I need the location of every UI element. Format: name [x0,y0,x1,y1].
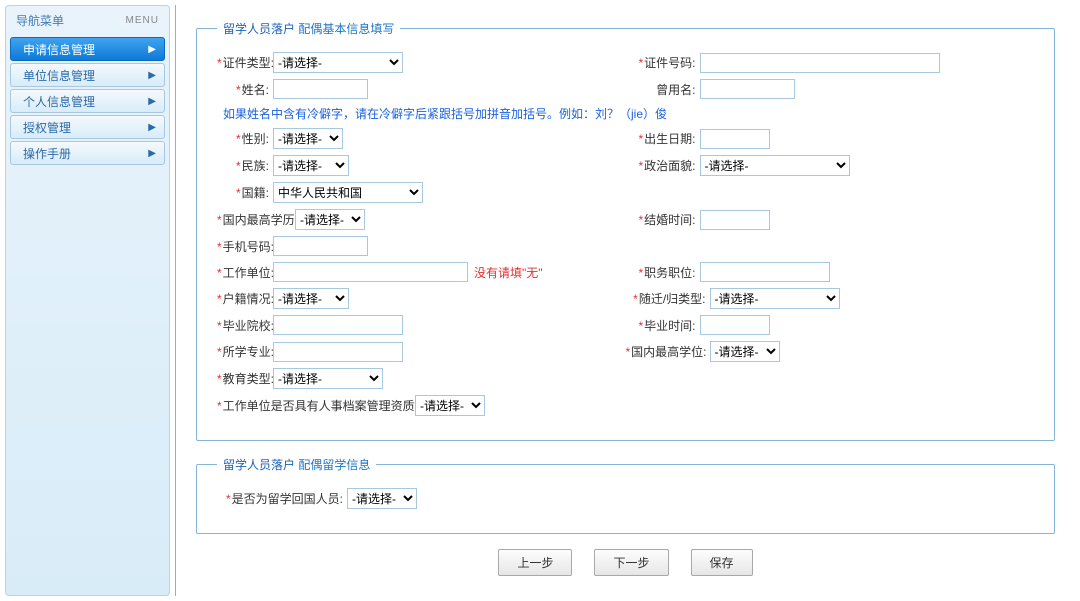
input-doc-no[interactable] [700,53,940,73]
input-school[interactable] [273,315,403,335]
label-position: *职务职位: [626,264,700,281]
input-name[interactable] [273,79,368,99]
input-major[interactable] [273,342,403,362]
label-edu-type: *教育类型: [217,370,273,387]
label-edu-cn: *国内最高学历: [217,211,295,228]
label-grad-time: *毕业时间: [626,317,700,334]
legend-part-a: 留学人员落户 [223,22,295,36]
label-ethnic: *民族: [217,157,273,174]
select-nation[interactable]: 中华人民共和国 [273,182,423,203]
label-mobile: *手机号码: [217,238,273,255]
label-major: *所学专业: [217,343,273,360]
label-hukou: *户籍情况: [217,290,273,307]
button-row: 上一步 下一步 保存 [196,549,1055,576]
sidebar-item-label: 申请信息管理 [23,41,95,58]
sidebar-item-label: 个人信息管理 [23,93,95,110]
sidebar-item-manual[interactable]: 操作手册 ▶ [10,141,165,165]
sidebar-item-label: 操作手册 [23,145,71,162]
select-doc-type[interactable]: -请选择- [273,52,403,73]
input-position[interactable] [700,262,830,282]
company-hint: 没有请填"无" [474,264,543,281]
select-edu-type[interactable]: -请选择- [273,368,383,389]
label-is-overseas: *是否为留学回国人员: [217,490,347,507]
input-former-name[interactable] [700,79,795,99]
section-spouse-basic: 留学人员落户 配偶基本信息填写 *证件类型: -请选择- *证件号码: *姓名: [196,20,1055,441]
section-legend-2: 留学人员落户 配偶留学信息 [217,456,376,473]
select-edu-cn[interactable]: -请选择- [295,209,365,230]
label-company: *工作单位: [217,264,273,281]
label-school: *毕业院校: [217,317,273,334]
select-migrate[interactable]: -请选择- [710,288,840,309]
sidebar-item-label: 授权管理 [23,119,71,136]
select-is-overseas[interactable]: -请选择- [347,488,417,509]
sidebar-item-label: 单位信息管理 [23,67,95,84]
sidebar-item-apply[interactable]: 申请信息管理 ▶ [10,37,165,61]
label-degree-cn: *国内最高学位: [626,343,710,360]
chevron-right-icon: ▶ [148,44,156,55]
input-company[interactable] [273,262,468,282]
sidebar-title: 导航菜单 [16,12,64,29]
label-gender: *性别: [217,130,273,147]
label-migrate: *随迁/归类型: [626,290,710,307]
label-doc-no: *证件号码: [626,54,700,71]
sidebar: 导航菜单 MENU 申请信息管理 ▶ 单位信息管理 ▶ 个人信息管理 ▶ 授权管… [5,5,170,596]
sidebar-item-auth[interactable]: 授权管理 ▶ [10,115,165,139]
section-legend: 留学人员落户 配偶基本信息填写 [217,20,400,37]
chevron-right-icon: ▶ [148,122,156,133]
name-hint: 如果姓名中含有冷僻字，请在冷僻字后紧跟括号加拼音加括号。例如：刘？（jie）俊 [223,105,667,122]
label-archive: *工作单位是否具有人事档案管理资质: [217,397,415,414]
sidebar-item-unit[interactable]: 单位信息管理 ▶ [10,63,165,87]
input-marry-time[interactable] [700,210,770,230]
label-marry-time: *结婚时间: [626,211,700,228]
legend2-part-b: 配偶留学信息 [298,458,370,472]
legend2-part-a: 留学人员落户 [223,458,295,472]
chevron-right-icon: ▶ [148,148,156,159]
save-button[interactable]: 保存 [691,549,753,576]
select-gender[interactable]: -请选择- [273,128,343,149]
prev-button[interactable]: 上一步 [498,549,572,576]
section-spouse-overseas: 留学人员落户 配偶留学信息 *是否为留学回国人员: -请选择- [196,456,1055,534]
sidebar-header: 导航菜单 MENU [6,6,169,35]
label-nation: *国籍: [217,184,273,201]
sidebar-item-personal[interactable]: 个人信息管理 ▶ [10,89,165,113]
label-birth: *出生日期: [626,130,700,147]
label-polit: *政治面貌: [626,157,700,174]
input-mobile[interactable] [273,236,368,256]
sidebar-menu-label: MENU [126,15,159,26]
select-polit[interactable]: -请选择- [700,155,850,176]
next-button[interactable]: 下一步 [594,549,668,576]
input-birth[interactable] [700,129,770,149]
select-archive[interactable]: -请选择- [415,395,485,416]
select-degree-cn[interactable]: -请选择- [710,341,780,362]
legend-part-b: 配偶基本信息填写 [298,22,394,36]
main-content: 留学人员落户 配偶基本信息填写 *证件类型: -请选择- *证件号码: *姓名: [175,5,1075,596]
select-ethnic[interactable]: -请选择- [273,155,349,176]
label-doc-type: *证件类型: [217,54,273,71]
chevron-right-icon: ▶ [148,70,156,81]
chevron-right-icon: ▶ [148,96,156,107]
label-former-name: 曾用名: [626,81,700,98]
label-name: *姓名: [217,81,273,98]
select-hukou[interactable]: -请选择- [273,288,349,309]
input-grad-time[interactable] [700,315,770,335]
